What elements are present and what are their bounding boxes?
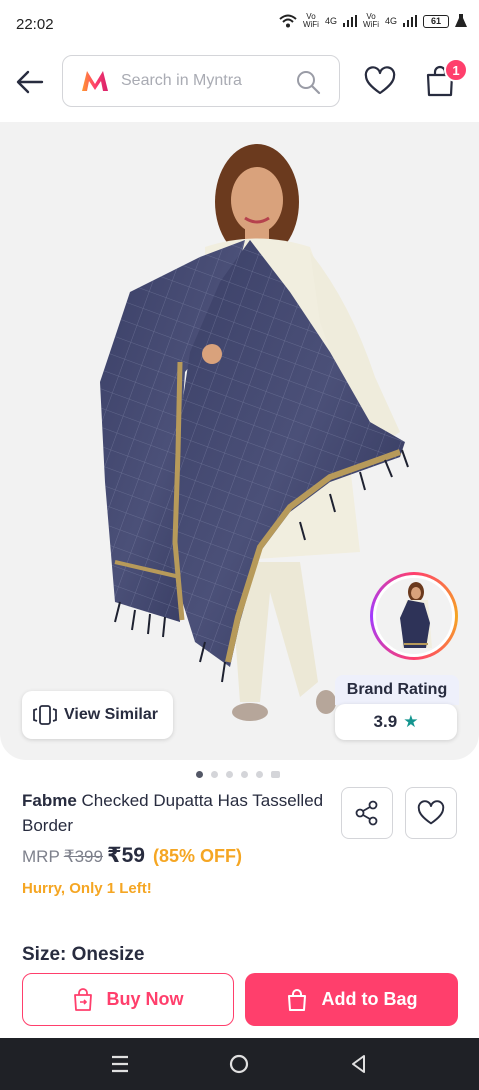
search-icon[interactable] <box>295 69 321 95</box>
share-button[interactable] <box>341 787 393 839</box>
view-similar-button[interactable]: View Similar <box>22 691 173 739</box>
bag-count-badge: 1 <box>444 58 468 82</box>
heart-icon <box>417 800 445 825</box>
recent-apps-icon[interactable] <box>108 1052 132 1076</box>
search-placeholder: Search in Myntra <box>121 72 242 89</box>
signal-icon-2 <box>403 15 417 27</box>
battery-icon: 61 <box>423 14 449 28</box>
volte-indicator: Vo WiFi <box>302 12 319 29</box>
action-bar: Buy Now Add to Bag <box>0 963 479 1038</box>
wifi-icon <box>279 14 297 28</box>
similar-look-thumbnail[interactable] <box>370 572 458 660</box>
brand-rating-value-pill: 3.9 ★ <box>335 704 457 740</box>
product-image-carousel[interactable]: View Similar Brand Rating 3.9 ★ <box>0 122 479 760</box>
brand-rating-title: Brand Rating <box>335 675 459 705</box>
carousel-video-indicator-icon <box>271 771 280 778</box>
size-label: Size: Onesize <box>22 944 145 964</box>
signal-4g-label-2: 4G <box>384 16 397 26</box>
carousel-dot-active <box>196 771 203 778</box>
carousel-indicator <box>196 771 280 778</box>
back-nav-icon[interactable] <box>347 1052 371 1076</box>
signal-icon <box>342 15 357 27</box>
add-to-wishlist-button[interactable] <box>405 787 457 839</box>
star-icon: ★ <box>403 712 419 731</box>
system-nav-bar <box>0 1038 479 1090</box>
add-to-bag-button[interactable]: Add to Bag <box>245 973 458 1026</box>
brand-rating-value: 3.9 <box>373 712 398 731</box>
wishlist-heart-icon[interactable] <box>364 66 396 98</box>
bag-icon <box>287 988 306 1011</box>
buy-bag-icon <box>74 987 93 1011</box>
flask-icon <box>455 14 467 27</box>
view-similar-label: View Similar <box>64 706 158 723</box>
share-icon <box>355 800 378 826</box>
mrp-value: ₹399 <box>63 847 103 866</box>
thumbnail-photo <box>376 578 452 654</box>
home-icon[interactable] <box>227 1052 251 1076</box>
product-title: Fabme Checked Dupatta Has Tasselled Bord… <box>22 788 332 838</box>
buy-now-label: Buy Now <box>106 989 184 1009</box>
carousel-dot <box>226 771 233 778</box>
brand-rating-card[interactable]: Brand Rating 3.9 ★ <box>335 675 459 741</box>
similar-cards-icon <box>33 705 57 725</box>
product-brand: Fabme <box>22 791 77 810</box>
status-time: 22:02 <box>16 16 54 33</box>
back-arrow-icon[interactable] <box>14 66 46 98</box>
price-row: MRP ₹399 ₹59 (85% OFF) <box>22 843 242 868</box>
product-photo <box>100 144 409 721</box>
myntra-logo-icon <box>82 71 108 91</box>
carousel-dot <box>241 771 248 778</box>
selling-price: ₹59 <box>106 844 145 867</box>
carousel-dot <box>211 771 218 778</box>
header: Search in Myntra 1 <box>0 48 479 122</box>
buy-now-button[interactable]: Buy Now <box>22 973 234 1026</box>
status-bar: 22:02 Vo WiFi 4G Vo WiFi 4G 61 <box>0 0 479 48</box>
carousel-dot <box>256 771 263 778</box>
discount-badge: (85% OFF) <box>152 846 242 866</box>
stock-warning: Hurry, Only 1 Left! <box>22 880 152 897</box>
add-to-bag-label: Add to Bag <box>321 989 418 1009</box>
status-icons: Vo WiFi 4G Vo WiFi 4G 61 <box>279 13 467 29</box>
mrp-label: MRP <box>22 847 60 866</box>
search-input[interactable]: Search in Myntra <box>62 55 340 107</box>
signal-4g-label: 4G <box>324 16 337 26</box>
volte-indicator-2: Vo WiFi <box>362 12 379 29</box>
